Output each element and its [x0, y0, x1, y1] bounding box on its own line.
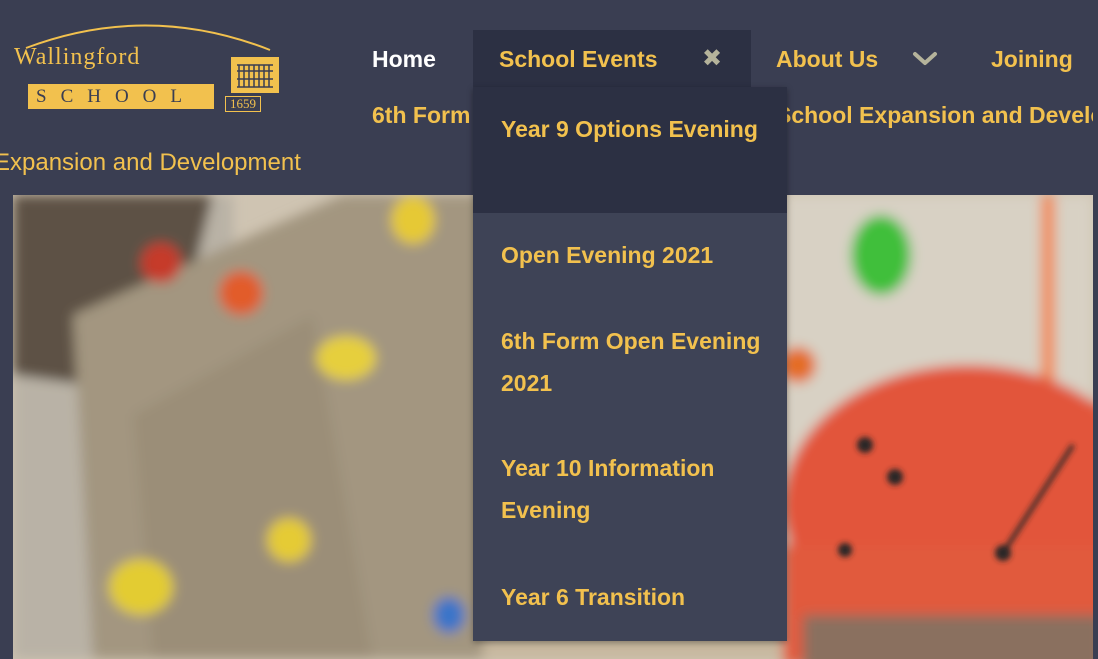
dropdown-item-open-evening[interactable]: Open Evening 2021 [473, 234, 787, 276]
dropdown-item-year9-options[interactable]: Year 9 Options Evening [473, 108, 787, 212]
nav-home[interactable]: Home [372, 45, 436, 73]
left-edge [0, 195, 13, 659]
nav-school-expansion[interactable]: School Expansion and Development [776, 101, 1098, 129]
dropdown-item-year6-transition[interactable]: Year 6 Transition [473, 576, 787, 618]
logo-wordmark: Wallingford [14, 44, 141, 70]
page: Wallingford SCHOOL 1659 Home School Even… [0, 0, 1098, 659]
logo-school-text: SCHOOL [28, 84, 214, 109]
nav-sixth-form[interactable]: 6th Form [372, 101, 470, 129]
chevron-down-icon[interactable] [912, 51, 938, 72]
logo-year: 1659 [225, 96, 261, 112]
nav-school-events[interactable]: School Events [499, 45, 657, 73]
right-edge [1093, 0, 1098, 659]
dropdown-item-year10-information[interactable]: Year 10 Information Evening [473, 447, 787, 531]
dropdown-item-sixth-form-open-evening[interactable]: 6th Form Open Evening 2021 [473, 320, 787, 404]
logo-crest-icon [231, 57, 279, 93]
school-events-dropdown: Year 9 Options Evening Open Evening 2021… [473, 87, 787, 641]
page-breadcrumb: Expansion and Development [0, 149, 301, 176]
nav-joining[interactable]: Joining [991, 45, 1073, 73]
nav-about-us[interactable]: About Us [776, 45, 878, 73]
close-icon[interactable]: ✖ [702, 46, 722, 72]
school-logo[interactable]: Wallingford SCHOOL 1659 [8, 10, 279, 112]
